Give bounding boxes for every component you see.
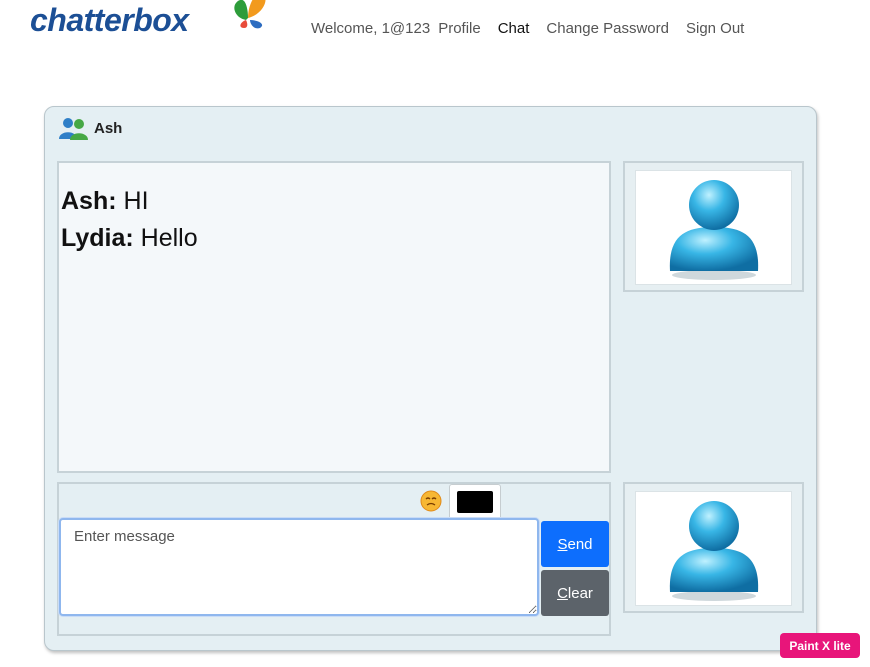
chat-message: Ash: HI xyxy=(61,183,609,220)
welcome-text: Welcome, 1@123 xyxy=(311,20,431,37)
chat-partner-name: Ash xyxy=(94,119,123,137)
top-nav: Welcome, 1@123 Profile Chat Change Passw… xyxy=(311,20,761,37)
message-sender: Lydia: xyxy=(61,224,134,252)
chat-panel: Ash Ash: HI Lydia: Hello Enter message S… xyxy=(44,106,817,651)
chat-header: Ash xyxy=(57,115,122,141)
nav-profile-link[interactable]: Profile xyxy=(438,20,481,37)
paint-x-lite-badge[interactable]: Paint X lite xyxy=(780,633,860,658)
nav-change-password-link[interactable]: Change Password xyxy=(546,20,669,37)
send-accesskey: S xyxy=(557,535,568,553)
message-text: Hello xyxy=(140,224,198,252)
message-sender: Ash: xyxy=(61,187,117,215)
nav-sign-out-link[interactable]: Sign Out xyxy=(686,20,744,37)
chat-message: Lydia: Hello xyxy=(61,220,609,257)
send-label: end xyxy=(567,535,593,553)
user-avatar-icon xyxy=(669,500,758,601)
color-swatch xyxy=(457,491,493,513)
clear-button[interactable]: Clear xyxy=(541,570,609,616)
logo-text: chatterbox xyxy=(30,2,189,38)
partner-avatar-box xyxy=(623,161,804,292)
clear-label: lear xyxy=(567,584,593,602)
chat-log[interactable]: Ash: HI Lydia: Hello xyxy=(57,161,611,473)
emoji-icon[interactable] xyxy=(420,490,442,512)
text-color-picker[interactable] xyxy=(449,484,501,520)
my-avatar xyxy=(635,491,792,606)
message-text: HI xyxy=(123,187,149,215)
compose-area: Send Clear xyxy=(57,482,611,636)
message-input[interactable] xyxy=(59,518,539,616)
clear-accesskey: C xyxy=(557,584,568,602)
nav-chat-link[interactable]: Chat xyxy=(498,20,530,37)
partner-avatar xyxy=(635,170,792,285)
user-avatar-icon xyxy=(669,179,758,280)
users-icon xyxy=(59,118,88,140)
logo[interactable]: chatterbox xyxy=(30,0,275,42)
my-avatar-box xyxy=(623,482,804,613)
butterfly-logo-icon xyxy=(234,0,266,29)
send-button[interactable]: Send xyxy=(541,521,609,567)
